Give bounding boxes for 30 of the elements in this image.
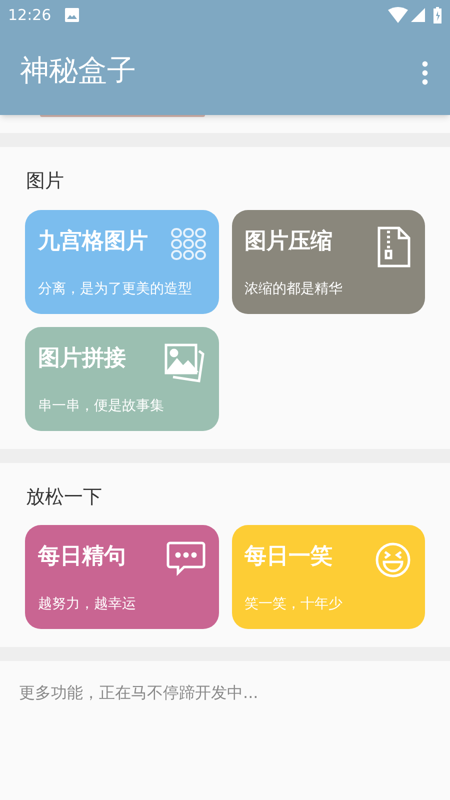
card-subtitle: 越努力，越幸运 — [38, 597, 137, 611]
feature-card[interactable]: 图片拼接 串一串，便是故事集 — [25, 326, 218, 430]
photos-icon — [164, 342, 206, 382]
feature-card[interactable]: 每日精句 越努力，越幸运 — [25, 525, 218, 629]
battery-icon — [433, 6, 442, 24]
card-subtitle: 串一串，便是故事集 — [38, 398, 165, 412]
card-title: 图片拼接 — [38, 344, 126, 372]
status-time: 12:26 — [8, 4, 52, 26]
laughing-face-icon — [374, 541, 412, 579]
card-title: 九宫格图片 — [38, 228, 148, 256]
feature-card[interactable]: 每日一笑 笑一笑，十年少 — [232, 525, 425, 629]
wifi-icon — [388, 7, 408, 23]
card-title: 每日精句 — [38, 543, 126, 571]
card-subtitle: 笑一笑，十年少 — [244, 597, 344, 611]
more-menu-icon[interactable] — [422, 60, 428, 84]
card-title: 每日一笑 — [244, 543, 332, 571]
chat-icon — [166, 541, 206, 577]
section-title: 放松一下 — [25, 484, 103, 510]
feature-card[interactable]: 图片压缩 浓缩的都是精华 — [232, 210, 425, 314]
feature-card[interactable]: 九宫格图片 分离，是为了更美的造型 — [25, 210, 218, 314]
app-title: 神秘盒子 — [20, 52, 136, 89]
zip-file-icon — [376, 226, 412, 268]
grid-icon — [170, 226, 206, 262]
image-notification-icon — [65, 8, 80, 22]
card-subtitle: 分离，是为了更美的造型 — [38, 282, 193, 296]
footer-note: 更多功能，正在马不停蹄开发中... — [19, 683, 258, 702]
card-subtitle: 浓缩的都是精华 — [244, 282, 344, 296]
card-title: 图片压缩 — [244, 228, 332, 256]
signal-icon — [411, 8, 425, 22]
section-title: 图片 — [25, 169, 65, 194]
